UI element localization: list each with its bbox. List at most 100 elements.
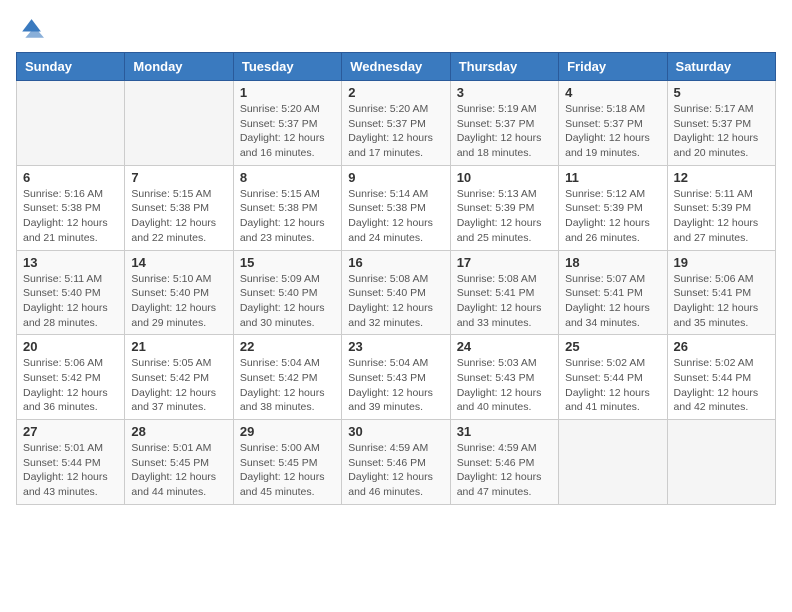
calendar-cell: 18 Sunrise: 5:07 AM Sunset: 5:41 PM Dayli… (559, 250, 667, 335)
calendar: SundayMondayTuesdayWednesdayThursdayFrid… (16, 52, 776, 505)
calendar-cell (17, 81, 125, 166)
calendar-week-row: 13 Sunrise: 5:11 AM Sunset: 5:40 PM Dayli… (17, 250, 776, 335)
day-info: Sunrise: 5:20 AM Sunset: 5:37 PM Dayligh… (348, 102, 443, 161)
calendar-week-row: 27 Sunrise: 5:01 AM Sunset: 5:44 PM Dayli… (17, 420, 776, 505)
day-number: 21 (131, 339, 226, 354)
calendar-week-row: 6 Sunrise: 5:16 AM Sunset: 5:38 PM Daylig… (17, 165, 776, 250)
day-info: Sunrise: 5:14 AM Sunset: 5:38 PM Dayligh… (348, 187, 443, 246)
day-info: Sunrise: 5:05 AM Sunset: 5:42 PM Dayligh… (131, 356, 226, 415)
day-number: 8 (240, 170, 335, 185)
calendar-week-row: 20 Sunrise: 5:06 AM Sunset: 5:42 PM Dayli… (17, 335, 776, 420)
calendar-cell: 16Sunrise: 5:08 AM Sunset: 5:40 PM Dayli… (342, 250, 450, 335)
day-info: Sunrise: 5:03 AM Sunset: 5:43 PM Dayligh… (457, 356, 552, 415)
day-info: Sunrise: 5:15 AM Sunset: 5:38 PM Dayligh… (131, 187, 226, 246)
day-info: Sunrise: 5:13 AM Sunset: 5:39 PM Dayligh… (457, 187, 552, 246)
day-info: Sunrise: 5:08 AM Sunset: 5:40 PM Dayligh… (348, 272, 443, 331)
calendar-cell: 5 Sunrise: 5:17 AM Sunset: 5:37 PM Daylig… (667, 81, 775, 166)
day-info: Sunrise: 5:08 AM Sunset: 5:41 PM Dayligh… (457, 272, 552, 331)
day-info: Sunrise: 5:11 AM Sunset: 5:40 PM Dayligh… (23, 272, 118, 331)
calendar-cell: 28 Sunrise: 5:01 AM Sunset: 5:45 PM Dayli… (125, 420, 233, 505)
calendar-cell: 29 Sunrise: 5:00 AM Sunset: 5:45 PM Dayli… (233, 420, 341, 505)
day-number: 23 (348, 339, 443, 354)
day-info: Sunrise: 5:11 AM Sunset: 5:39 PM Dayligh… (674, 187, 769, 246)
day-number: 12 (674, 170, 769, 185)
day-number: 24 (457, 339, 552, 354)
day-number: 2 (348, 85, 443, 100)
day-info: Sunrise: 5:01 AM Sunset: 5:44 PM Dayligh… (23, 441, 118, 500)
day-info: Sunrise: 5:10 AM Sunset: 5:40 PM Dayligh… (131, 272, 226, 331)
day-number: 9 (348, 170, 443, 185)
day-of-week-header: Friday (559, 53, 667, 81)
day-number: 28 (131, 424, 226, 439)
calendar-cell: 27 Sunrise: 5:01 AM Sunset: 5:44 PM Dayli… (17, 420, 125, 505)
calendar-cell: 26Sunrise: 5:02 AM Sunset: 5:44 PM Dayli… (667, 335, 775, 420)
day-info: Sunrise: 5:04 AM Sunset: 5:42 PM Dayligh… (240, 356, 335, 415)
day-info: Sunrise: 5:19 AM Sunset: 5:37 PM Dayligh… (457, 102, 552, 161)
calendar-cell: 13 Sunrise: 5:11 AM Sunset: 5:40 PM Dayli… (17, 250, 125, 335)
calendar-cell: 2 Sunrise: 5:20 AM Sunset: 5:37 PM Daylig… (342, 81, 450, 166)
day-info: Sunrise: 5:18 AM Sunset: 5:37 PM Dayligh… (565, 102, 660, 161)
day-number: 14 (131, 255, 226, 270)
calendar-cell (667, 420, 775, 505)
day-number: 1 (240, 85, 335, 100)
day-number: 3 (457, 85, 552, 100)
day-info: Sunrise: 5:06 AM Sunset: 5:41 PM Dayligh… (674, 272, 769, 331)
calendar-cell: 7 Sunrise: 5:15 AM Sunset: 5:38 PM Daylig… (125, 165, 233, 250)
calendar-cell: 19 Sunrise: 5:06 AM Sunset: 5:41 PM Dayli… (667, 250, 775, 335)
day-number: 20 (23, 339, 118, 354)
day-of-week-header: Thursday (450, 53, 558, 81)
day-info: Sunrise: 5:04 AM Sunset: 5:43 PM Dayligh… (348, 356, 443, 415)
calendar-cell: 21 Sunrise: 5:05 AM Sunset: 5:42 PM Dayli… (125, 335, 233, 420)
day-number: 19 (674, 255, 769, 270)
day-number: 10 (457, 170, 552, 185)
calendar-cell: 4 Sunrise: 5:18 AM Sunset: 5:37 PM Daylig… (559, 81, 667, 166)
day-number: 5 (674, 85, 769, 100)
calendar-cell: 24 Sunrise: 5:03 AM Sunset: 5:43 PM Dayli… (450, 335, 558, 420)
day-number: 25 (565, 339, 660, 354)
calendar-cell: 6 Sunrise: 5:16 AM Sunset: 5:38 PM Daylig… (17, 165, 125, 250)
day-number: 22 (240, 339, 335, 354)
day-info: Sunrise: 5:01 AM Sunset: 5:45 PM Dayligh… (131, 441, 226, 500)
day-info: Sunrise: 5:15 AM Sunset: 5:38 PM Dayligh… (240, 187, 335, 246)
day-number: 15 (240, 255, 335, 270)
day-info: Sunrise: 5:09 AM Sunset: 5:40 PM Dayligh… (240, 272, 335, 331)
day-number: 13 (23, 255, 118, 270)
calendar-cell: 23 Sunrise: 5:04 AM Sunset: 5:43 PM Dayli… (342, 335, 450, 420)
day-info: Sunrise: 5:16 AM Sunset: 5:38 PM Dayligh… (23, 187, 118, 246)
day-number: 7 (131, 170, 226, 185)
calendar-cell: 10 Sunrise: 5:13 AM Sunset: 5:39 PM Dayli… (450, 165, 558, 250)
day-info: Sunrise: 5:17 AM Sunset: 5:37 PM Dayligh… (674, 102, 769, 161)
day-of-week-header: Tuesday (233, 53, 341, 81)
day-number: 18 (565, 255, 660, 270)
calendar-cell: 12 Sunrise: 5:11 AM Sunset: 5:39 PM Dayli… (667, 165, 775, 250)
page-header (16, 16, 776, 44)
day-info: Sunrise: 5:00 AM Sunset: 5:45 PM Dayligh… (240, 441, 335, 500)
day-number: 11 (565, 170, 660, 185)
calendar-cell: 17 Sunrise: 5:08 AM Sunset: 5:41 PM Dayli… (450, 250, 558, 335)
calendar-cell: 8 Sunrise: 5:15 AM Sunset: 5:38 PM Daylig… (233, 165, 341, 250)
day-info: Sunrise: 5:02 AM Sunset: 5:44 PM Dayligh… (674, 356, 769, 415)
day-number: 4 (565, 85, 660, 100)
day-number: 17 (457, 255, 552, 270)
day-number: 27 (23, 424, 118, 439)
calendar-cell: 30 Sunrise: 4:59 AM Sunset: 5:46 PM Dayli… (342, 420, 450, 505)
day-number: 6 (23, 170, 118, 185)
day-info: Sunrise: 5:20 AM Sunset: 5:37 PM Dayligh… (240, 102, 335, 161)
day-of-week-header: Sunday (17, 53, 125, 81)
calendar-cell: 22 Sunrise: 5:04 AM Sunset: 5:42 PM Dayli… (233, 335, 341, 420)
day-info: Sunrise: 5:06 AM Sunset: 5:42 PM Dayligh… (23, 356, 118, 415)
calendar-cell: 25Sunrise: 5:02 AM Sunset: 5:44 PM Dayli… (559, 335, 667, 420)
day-number: 30 (348, 424, 443, 439)
calendar-cell: 20 Sunrise: 5:06 AM Sunset: 5:42 PM Dayli… (17, 335, 125, 420)
calendar-cell: 11Sunrise: 5:12 AM Sunset: 5:39 PM Dayli… (559, 165, 667, 250)
day-info: Sunrise: 4:59 AM Sunset: 5:46 PM Dayligh… (348, 441, 443, 500)
day-of-week-header: Wednesday (342, 53, 450, 81)
calendar-cell: 1 Sunrise: 5:20 AM Sunset: 5:37 PM Daylig… (233, 81, 341, 166)
calendar-cell (125, 81, 233, 166)
calendar-cell: 14 Sunrise: 5:10 AM Sunset: 5:40 PM Dayli… (125, 250, 233, 335)
day-number: 29 (240, 424, 335, 439)
calendar-header-row: SundayMondayTuesdayWednesdayThursdayFrid… (17, 53, 776, 81)
day-info: Sunrise: 5:07 AM Sunset: 5:41 PM Dayligh… (565, 272, 660, 331)
day-info: Sunrise: 4:59 AM Sunset: 5:46 PM Dayligh… (457, 441, 552, 500)
logo (16, 16, 48, 44)
